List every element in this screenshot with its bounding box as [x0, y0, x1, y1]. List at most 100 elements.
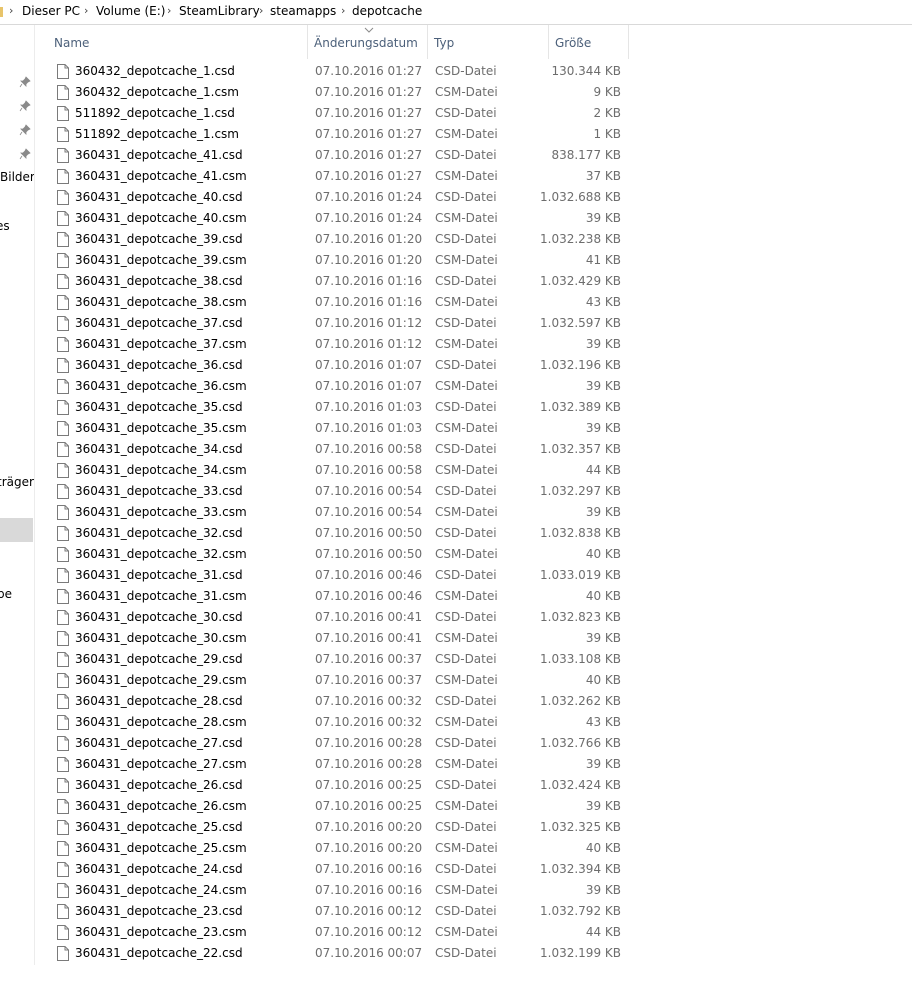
address-bar[interactable]: › Dieser PC › Volume (E:) › SteamLibrary…	[0, 0, 912, 25]
file-icon	[57, 904, 69, 919]
breadcrumb-item-depotcache[interactable]: depotcache	[352, 4, 422, 18]
column-header-name[interactable]: Name	[48, 25, 308, 59]
file-row[interactable]: 360431_depotcache_40.csd 07.10.2016 01:24…	[48, 187, 648, 208]
file-row[interactable]: 360431_depotcache_25.csd 07.10.2016 00:20…	[48, 817, 648, 838]
file-row[interactable]: 511892_depotcache_1.csd 07.10.2016 01:27 C…	[48, 103, 648, 124]
file-list[interactable]: 360432_depotcache_1.csd 07.10.2016 01:27 C…	[48, 61, 648, 964]
pin-icon[interactable]	[19, 76, 31, 88]
file-row[interactable]: 360431_depotcache_38.csm 07.10.2016 01:16…	[48, 292, 648, 313]
breadcrumb-item-volume[interactable]: Volume (E:)	[96, 4, 165, 18]
file-date: 07.10.2016 00:58	[315, 442, 423, 456]
nav-item-selected[interactable]	[0, 518, 33, 542]
file-row[interactable]: 360431_depotcache_22.csd 07.10.2016 00:07…	[48, 943, 648, 964]
breadcrumb-item-steamapps[interactable]: steamapps	[270, 4, 336, 18]
nav-item-es[interactable]: es	[0, 219, 10, 233]
file-size: 39 KB	[585, 757, 621, 771]
file-row[interactable]: 360431_depotcache_39.csd 07.10.2016 01:20…	[48, 229, 648, 250]
file-icon	[57, 358, 69, 373]
file-row[interactable]: 360431_depotcache_36.csd 07.10.2016 01:07…	[48, 355, 648, 376]
file-row[interactable]: 360431_depotcache_26.csm 07.10.2016 00:25…	[48, 796, 648, 817]
file-row[interactable]: 360431_depotcache_24.csm 07.10.2016 00:16…	[48, 880, 648, 901]
file-type: CSM-Datei	[435, 589, 498, 603]
file-row[interactable]: 360431_depotcache_28.csd 07.10.2016 00:32…	[48, 691, 648, 712]
file-row[interactable]: 360431_depotcache_30.csd 07.10.2016 00:41…	[48, 607, 648, 628]
file-row[interactable]: 360431_depotcache_27.csm 07.10.2016 00:28…	[48, 754, 648, 775]
file-row[interactable]: 360431_depotcache_37.csd 07.10.2016 01:12…	[48, 313, 648, 334]
file-row[interactable]: 360431_depotcache_32.csd 07.10.2016 00:50…	[48, 523, 648, 544]
file-name: 360431_depotcache_36.csm	[75, 379, 247, 393]
file-row[interactable]: 360431_depotcache_23.csm 07.10.2016 00:12…	[48, 922, 648, 943]
file-icon	[57, 673, 69, 688]
file-type: CSM-Datei	[435, 547, 498, 561]
chevron-right-icon[interactable]: ›	[341, 4, 345, 17]
chevron-right-icon[interactable]: ›	[259, 4, 263, 17]
file-date: 07.10.2016 00:58	[315, 463, 423, 477]
file-date: 07.10.2016 00:25	[315, 799, 423, 813]
nav-item-traeger[interactable]: träger	[0, 475, 34, 489]
file-row[interactable]: 360432_depotcache_1.csd 07.10.2016 01:27 C…	[48, 61, 648, 82]
file-row[interactable]: 360431_depotcache_29.csd 07.10.2016 00:37…	[48, 649, 648, 670]
file-row[interactable]: 360431_depotcache_40.csm 07.10.2016 01:24…	[48, 208, 648, 229]
file-icon	[57, 190, 69, 205]
file-row[interactable]: 360431_depotcache_39.csm 07.10.2016 01:20…	[48, 250, 648, 271]
pin-icon[interactable]	[19, 100, 31, 112]
file-row[interactable]: 360431_depotcache_24.csd 07.10.2016 00:16…	[48, 859, 648, 880]
file-row[interactable]: 360431_depotcache_30.csm 07.10.2016 00:41…	[48, 628, 648, 649]
file-row[interactable]: 511892_depotcache_1.csm 07.10.2016 01:27 C…	[48, 124, 648, 145]
file-row[interactable]: 360431_depotcache_38.csd 07.10.2016 01:16…	[48, 271, 648, 292]
file-row[interactable]: 360431_depotcache_26.csd 07.10.2016 00:25…	[48, 775, 648, 796]
pin-icon[interactable]	[19, 124, 31, 136]
file-row[interactable]: 360431_depotcache_34.csd 07.10.2016 00:58…	[48, 439, 648, 460]
file-size: 2 KB	[593, 106, 621, 120]
file-row[interactable]: 360431_depotcache_31.csd 07.10.2016 00:46…	[48, 565, 648, 586]
file-row[interactable]: 360431_depotcache_31.csm 07.10.2016 00:46…	[48, 586, 648, 607]
file-row[interactable]: 360431_depotcache_41.csm 07.10.2016 01:27…	[48, 166, 648, 187]
file-size: 39 KB	[585, 883, 621, 897]
file-row[interactable]: 360431_depotcache_35.csm 07.10.2016 01:03…	[48, 418, 648, 439]
file-name: 360431_depotcache_38.csd	[75, 274, 243, 288]
file-name: 360431_depotcache_26.csd	[75, 778, 243, 792]
file-row[interactable]: 360431_depotcache_29.csm 07.10.2016 00:37…	[48, 670, 648, 691]
nav-item-pe[interactable]: pe	[0, 587, 12, 601]
navigation-pane[interactable]: Bilder es träger pe	[0, 25, 35, 965]
file-row[interactable]: 360432_depotcache_1.csm 07.10.2016 01:27 C…	[48, 82, 648, 103]
nav-item-bilder[interactable]: Bilder	[0, 170, 34, 184]
file-type: CSM-Datei	[435, 85, 498, 99]
file-row[interactable]: 360431_depotcache_32.csm 07.10.2016 00:50…	[48, 544, 648, 565]
file-row[interactable]: 360431_depotcache_34.csm 07.10.2016 00:58…	[48, 460, 648, 481]
file-row[interactable]: 360431_depotcache_27.csd 07.10.2016 00:28…	[48, 733, 648, 754]
file-row[interactable]: 360431_depotcache_28.csm 07.10.2016 00:32…	[48, 712, 648, 733]
file-size: 1.032.838 KB	[540, 526, 621, 540]
file-row[interactable]: 360431_depotcache_35.csd 07.10.2016 01:03…	[48, 397, 648, 418]
column-header-size[interactable]: Größe	[549, 25, 629, 59]
file-name: 360431_depotcache_41.csm	[75, 169, 247, 183]
breadcrumb-item-dieser-pc[interactable]: Dieser PC	[22, 4, 80, 18]
file-size: 1.032.262 KB	[540, 694, 621, 708]
chevron-right-icon[interactable]: ›	[84, 4, 88, 17]
chevron-right-icon[interactable]: ›	[9, 4, 13, 17]
file-name: 360431_depotcache_39.csd	[75, 232, 243, 246]
column-header-type[interactable]: Typ	[428, 25, 549, 59]
file-date: 07.10.2016 00:12	[315, 925, 423, 939]
file-name: 360431_depotcache_29.csd	[75, 652, 243, 666]
file-size: 39 KB	[585, 799, 621, 813]
file-row[interactable]: 360431_depotcache_36.csm 07.10.2016 01:07…	[48, 376, 648, 397]
breadcrumb-item-steamlibrary[interactable]: SteamLibrary	[179, 4, 260, 18]
file-icon	[57, 274, 69, 289]
file-name: 360431_depotcache_31.csm	[75, 589, 247, 603]
file-type: CSM-Datei	[435, 631, 498, 645]
file-row[interactable]: 360431_depotcache_25.csm 07.10.2016 00:20…	[48, 838, 648, 859]
file-name: 360431_depotcache_35.csd	[75, 400, 243, 414]
pin-icon[interactable]	[19, 148, 31, 160]
file-size: 39 KB	[585, 337, 621, 351]
file-row[interactable]: 360431_depotcache_33.csd 07.10.2016 00:54…	[48, 481, 648, 502]
chevron-right-icon[interactable]: ›	[167, 4, 171, 17]
file-row[interactable]: 360431_depotcache_37.csm 07.10.2016 01:12…	[48, 334, 648, 355]
file-date: 07.10.2016 01:24	[315, 190, 423, 204]
file-type: CSD-Datei	[435, 652, 497, 666]
file-type: CSD-Datei	[435, 106, 497, 120]
file-date: 07.10.2016 01:16	[315, 274, 423, 288]
file-row[interactable]: 360431_depotcache_23.csd 07.10.2016 00:12…	[48, 901, 648, 922]
file-row[interactable]: 360431_depotcache_33.csm 07.10.2016 00:54…	[48, 502, 648, 523]
file-row[interactable]: 360431_depotcache_41.csd 07.10.2016 01:27…	[48, 145, 648, 166]
